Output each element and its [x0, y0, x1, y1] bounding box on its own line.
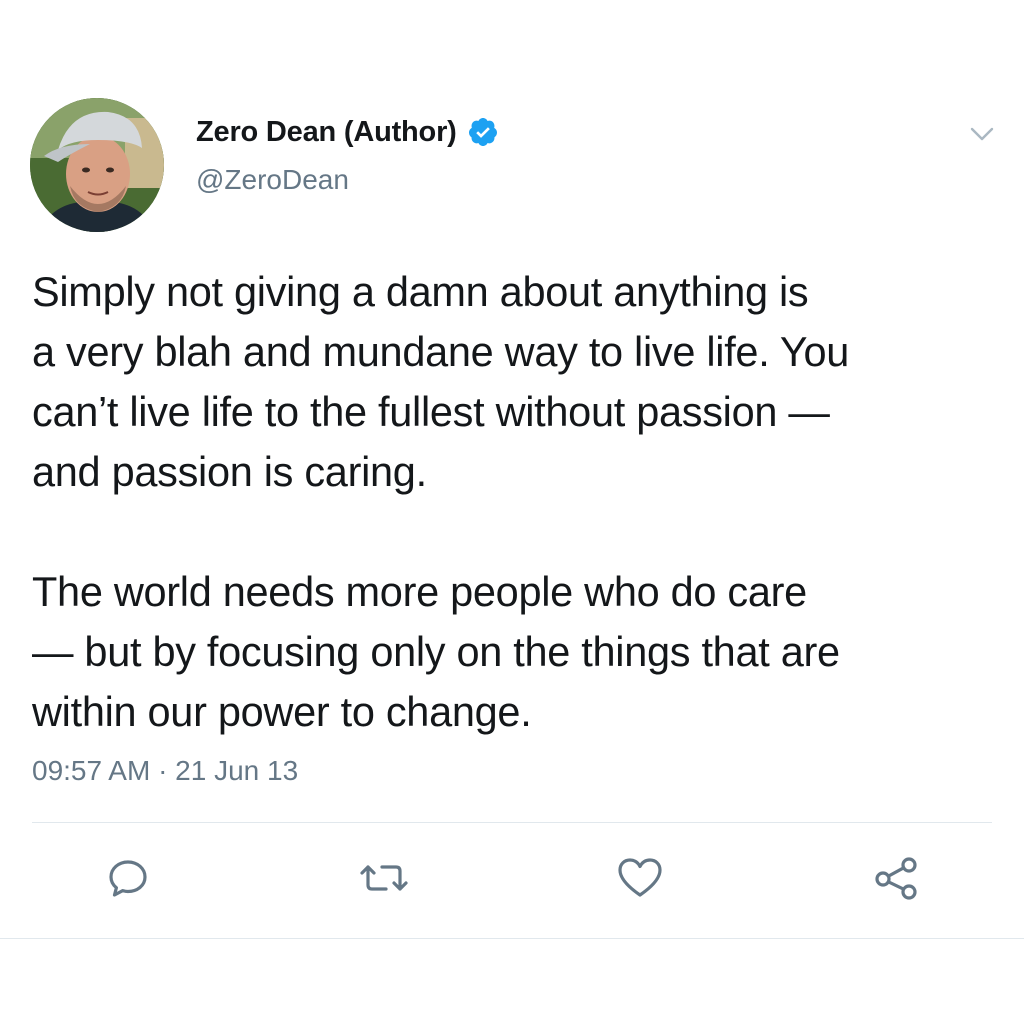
chevron-down-icon[interactable]: [966, 118, 998, 150]
reply-button[interactable]: [100, 852, 156, 908]
share-button[interactable]: [868, 852, 924, 908]
author-display-name[interactable]: Zero Dean (Author): [196, 116, 457, 149]
retweet-button[interactable]: [356, 852, 412, 908]
author-name-row[interactable]: Zero Dean (Author): [196, 112, 499, 152]
tweet-actions: [0, 852, 1024, 912]
verified-badge-icon: [467, 116, 499, 148]
tweet-text: Simply not giving a damn about anything …: [32, 268, 850, 735]
avatar[interactable]: [30, 98, 164, 232]
reply-icon: [104, 854, 152, 907]
retweet-icon: [358, 854, 410, 907]
heart-icon: [615, 854, 665, 907]
author-handle[interactable]: @ZeroDean: [196, 164, 349, 196]
tweet-timestamp[interactable]: 09:57 AM · 21 Jun 13: [32, 755, 298, 787]
tweet-card: Zero Dean (Author) @ZeroDean Simply not …: [0, 0, 1024, 1024]
like-button[interactable]: [612, 852, 668, 908]
avatar-image: [30, 98, 164, 232]
divider: [32, 822, 992, 823]
bottom-divider: [0, 938, 1024, 939]
share-icon: [872, 854, 920, 907]
